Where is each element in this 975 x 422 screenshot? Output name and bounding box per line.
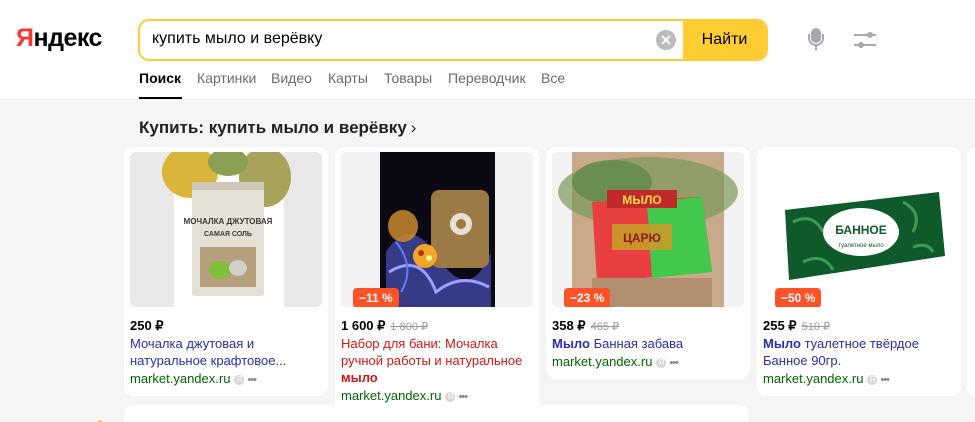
tab-images[interactable]: Картинки (197, 70, 256, 86)
product-image[interactable]: БАННОЕ туалетное мыло −50 % (763, 152, 955, 307)
active-tab-underline (139, 97, 182, 99)
more-dots-icon[interactable]: ••• (458, 391, 468, 403)
image-sublabel: ЦАРЮ (623, 231, 661, 245)
logo-rest: ндекс (33, 24, 102, 52)
image-label: МОЧАЛКА ДЖУТОВАЯ (184, 217, 273, 226)
image-label: МЫЛО (622, 193, 662, 207)
product-source[interactable]: market.yandex.ru Я ••• (552, 354, 679, 369)
product-image[interactable]: МОЧАЛКА ДЖУТОВАЯ САМАЯ СОЛЬ (130, 152, 322, 307)
product-image[interactable]: МЫЛО ЦАРЮ −23 % (552, 152, 744, 307)
product-image[interactable]: −11 % (341, 152, 533, 307)
product-source[interactable]: market.yandex.ru Я ••• (341, 388, 468, 403)
header: Яндекс купить мыло и верёвку ✕ Найти Пои… (0, 0, 975, 100)
product-price: 250 ₽ (130, 318, 164, 333)
product-title-link[interactable]: Набор для бани: Мочалка ручной работы и … (341, 335, 531, 386)
product-title-link[interactable]: Мочалка джутовая и натуральное крафтовое… (130, 335, 320, 369)
product-title-link[interactable]: Мыло Банная забава (552, 335, 742, 352)
old-price: 1 800 ₽ (390, 321, 429, 333)
yandex-badge-icon: Я (656, 357, 667, 368)
product-card[interactable]: МЫЛО ЦАРЮ −23 % 358 ₽465 ₽ Мыло Банная з… (546, 147, 750, 379)
product-card[interactable]: МОЧАЛКА ДЖУТОВАЯ САМАЯ СОЛЬ 250 ₽ Мочалк… (124, 147, 328, 396)
product-card[interactable]: БАННОЕ туалетное мыло −50 % 255 ₽510 ₽ М… (757, 147, 961, 396)
clear-icon[interactable]: ✕ (656, 30, 676, 50)
yandex-badge-icon: Я (445, 391, 456, 402)
yandex-logo[interactable]: Яндекс (16, 24, 102, 53)
tab-maps[interactable]: Карты (328, 70, 368, 86)
image-sublabel: туалетное мыло (838, 243, 884, 249)
next-result-card[interactable] (124, 405, 749, 422)
more-dots-icon[interactable]: ••• (880, 374, 890, 386)
chevron-right-icon: › (410, 118, 417, 137)
product-price: 255 ₽510 ₽ (763, 318, 830, 333)
image-label: БАННОЕ (835, 223, 887, 237)
old-price: 510 ₽ (801, 321, 830, 333)
discount-badge: −50 % (775, 288, 822, 307)
old-price: 465 ₽ (590, 321, 619, 333)
yandex-badge-icon: Я (234, 374, 245, 385)
microphone-icon[interactable] (805, 26, 827, 52)
logo-first-letter: Я (16, 24, 34, 52)
product-price: 358 ₽465 ₽ (552, 318, 619, 333)
tab-search[interactable]: Поиск (139, 70, 181, 86)
product-card[interactable]: −11 % 1 600 ₽1 800 ₽ Набор для бани: Моч… (335, 147, 539, 413)
tab-all[interactable]: Все (541, 70, 565, 86)
more-dots-icon[interactable]: ••• (247, 374, 257, 386)
discount-badge: −23 % (564, 288, 611, 307)
product-source[interactable]: market.yandex.ru Я ••• (130, 371, 257, 386)
product-source[interactable]: market.yandex.ru Я ••• (763, 371, 890, 386)
filters-icon[interactable] (854, 30, 878, 50)
tab-video[interactable]: Видео (271, 70, 312, 86)
product-card-partial[interactable] (967, 147, 975, 396)
more-dots-icon[interactable]: ••• (669, 357, 679, 369)
product-title-link[interactable]: Мыло туалетное твёрдое Банное 90гр. (763, 335, 953, 369)
shopping-block-title[interactable]: Купить: купить мыло и верёвку › (139, 118, 416, 138)
product-price: 1 600 ₽1 800 ₽ (341, 318, 429, 333)
search-box: купить мыло и верёвку ✕ Найти (138, 19, 768, 61)
yandex-badge-icon: Я (867, 374, 878, 385)
search-input[interactable]: купить мыло и верёвку (152, 30, 322, 48)
image-sublabel: САМАЯ СОЛЬ (204, 231, 252, 238)
discount-badge: −11 % (353, 288, 399, 307)
results-area: Купить: купить мыло и верёвку › МОЧАЛКА Д… (0, 101, 975, 422)
tab-translator[interactable]: Переводчик (448, 70, 526, 86)
tab-products[interactable]: Товары (384, 70, 432, 86)
search-button[interactable]: Найти (683, 21, 766, 59)
